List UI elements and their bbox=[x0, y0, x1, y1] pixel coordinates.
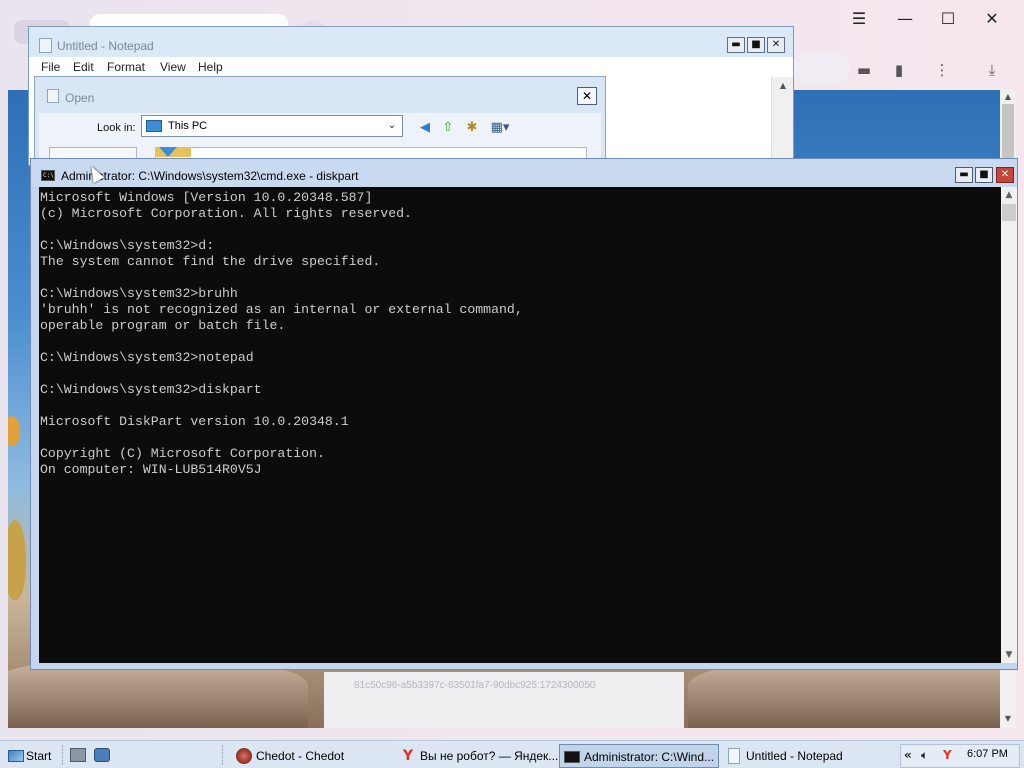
console-line: C:\Windows\system32>diskpart bbox=[40, 382, 262, 397]
bookmark-icon[interactable]: ▮ bbox=[887, 58, 911, 82]
open-dialog-title: Open bbox=[65, 91, 95, 105]
scroll-up-icon[interactable]: ▲ bbox=[1000, 90, 1016, 104]
task-label: Chedot - Chedot bbox=[256, 749, 345, 763]
cmd-minimize-button[interactable]: ▬ bbox=[955, 167, 973, 183]
console-line: 'bruhh' is not recognized as an internal… bbox=[40, 302, 523, 317]
task-label: Administrator: C:\Wind... bbox=[584, 750, 715, 764]
back-icon[interactable]: ◀ bbox=[416, 119, 434, 137]
yandex-icon: Y bbox=[402, 748, 414, 764]
console-line: C:\Windows\system32>notepad bbox=[40, 350, 254, 365]
task-chedot[interactable]: Chedot - Chedot bbox=[232, 744, 392, 768]
console-line: Copyright (C) Microsoft Corporation. bbox=[40, 446, 325, 461]
cmd-close-button[interactable]: ✕ bbox=[996, 167, 1014, 183]
browser-minimize-button[interactable]: — bbox=[892, 8, 918, 30]
look-in-label: Look in: bbox=[97, 122, 136, 134]
console-line: Microsoft DiskPart version 10.0.20348.1 bbox=[40, 414, 349, 429]
task-label: Вы не робот? — Яндек... bbox=[420, 749, 559, 763]
volume-icon[interactable]: 🔈︎ bbox=[921, 748, 928, 763]
cmd-title: Administrator: C:\Windows\system32\cmd.e… bbox=[61, 169, 359, 183]
notepad-maximize-button[interactable]: ■ bbox=[747, 37, 765, 53]
tray-chevron-icon[interactable]: « bbox=[904, 748, 912, 762]
show-desktop-icon[interactable] bbox=[70, 748, 86, 762]
task-cmd[interactable]: Administrator: C:\Wind... bbox=[559, 744, 719, 768]
cmd-titlebar[interactable]: C:\ Administrator: C:\Windows\system32\c… bbox=[31, 159, 1017, 187]
open-dialog-close-button[interactable]: ✕ bbox=[577, 87, 597, 105]
start-icon bbox=[8, 750, 24, 762]
page-hash-text: 81c50c96-a5b3397c-63501fa7-90dbc925:1724… bbox=[354, 680, 596, 691]
new-folder-icon[interactable]: ✱ bbox=[463, 119, 481, 137]
scroll-up-icon[interactable]: ▲ bbox=[1001, 187, 1017, 203]
taskbar-separator bbox=[62, 745, 64, 765]
cmd-maximize-button[interactable]: ■ bbox=[975, 167, 993, 183]
download-icon[interactable]: ⤓ bbox=[980, 58, 1004, 82]
taskbar-separator bbox=[222, 745, 224, 765]
console-output[interactable]: Microsoft Windows [Version 10.0.20348.58… bbox=[39, 187, 1001, 663]
start-button[interactable]: Start bbox=[6, 745, 52, 767]
console-line: On computer: WIN-LUB514R0V5J bbox=[40, 462, 262, 477]
balloon-image bbox=[8, 520, 26, 600]
menu-file[interactable]: File bbox=[41, 60, 60, 74]
scroll-down-icon[interactable]: ▼ bbox=[1001, 647, 1017, 663]
console-line: C:\Windows\system32>d: bbox=[40, 238, 215, 253]
console-line: C:\Windows\system32>bruhh bbox=[40, 286, 238, 301]
menu-view[interactable]: View bbox=[160, 60, 186, 74]
system-tray: « 🔈︎ Y 6:07 PM bbox=[900, 744, 1020, 768]
task-notepad[interactable]: Untitled - Notepad bbox=[722, 744, 892, 768]
notepad-titlebar[interactable]: Untitled - Notepad ▬ ■ ✕ bbox=[29, 27, 793, 57]
view-menu-icon[interactable]: ▦▾ bbox=[487, 119, 513, 137]
task-label: Untitled - Notepad bbox=[746, 749, 843, 763]
task-yandex[interactable]: Y Вы не робот? — Яндек... bbox=[396, 744, 559, 768]
start-label: Start bbox=[26, 749, 52, 763]
chedot-icon bbox=[236, 748, 252, 764]
browser-maximize-button[interactable]: ☐ bbox=[935, 8, 961, 30]
scroll-down-icon[interactable]: ▼ bbox=[1000, 712, 1016, 726]
notepad-close-button[interactable]: ✕ bbox=[767, 37, 785, 53]
notepad-icon bbox=[39, 38, 52, 53]
console-line: (c) Microsoft Corporation. All rights re… bbox=[40, 206, 412, 221]
notepad-scrollbar[interactable]: ▲ bbox=[771, 77, 793, 165]
balloon-image bbox=[8, 416, 20, 446]
cmd-window: C:\ Administrator: C:\Windows\system32\c… bbox=[30, 158, 1018, 670]
menu-help[interactable]: Help bbox=[198, 60, 223, 74]
menu-edit[interactable]: Edit bbox=[73, 60, 94, 74]
this-pc-icon bbox=[146, 120, 162, 132]
browser-close-button[interactable]: ✕ bbox=[979, 8, 1005, 30]
cmd-icon: C:\ bbox=[41, 170, 55, 181]
console-line: Microsoft Windows [Version 10.0.20348.58… bbox=[40, 190, 373, 205]
look-in-value: This PC bbox=[168, 120, 208, 132]
address-bar[interactable] bbox=[790, 54, 850, 84]
clock[interactable]: 6:07 PM bbox=[967, 748, 1008, 760]
pc-icon bbox=[159, 147, 177, 157]
chevron-down-icon[interactable]: ⌄ bbox=[384, 117, 400, 135]
up-folder-icon[interactable]: ⇧ bbox=[439, 119, 457, 137]
open-dialog-icon bbox=[47, 89, 59, 103]
comment-icon[interactable]: ▬ bbox=[852, 58, 876, 82]
scroll-thumb[interactable] bbox=[1002, 204, 1016, 221]
notepad-minimize-button[interactable]: ▬ bbox=[727, 37, 745, 53]
cmd-scrollbar[interactable]: ▲ ▼ bbox=[1001, 187, 1017, 663]
look-in-dropdown[interactable]: This PC ⌄ bbox=[141, 115, 403, 137]
cmd-icon bbox=[564, 751, 580, 763]
console-line: operable program or batch file. bbox=[40, 318, 286, 333]
notepad-title: Untitled - Notepad bbox=[57, 39, 154, 53]
browser-menu-icon[interactable]: ☰ bbox=[846, 8, 872, 30]
notepad-icon bbox=[728, 748, 740, 764]
explorer-icon[interactable] bbox=[94, 748, 110, 762]
notepad-menubar: File Edit Format View Help bbox=[29, 57, 793, 77]
scroll-up-icon[interactable]: ▲ bbox=[775, 79, 791, 93]
more-menu-icon[interactable]: ⋮ bbox=[930, 58, 954, 82]
taskbar: Start Chedot - Chedot Y Вы не робот? — Я… bbox=[0, 740, 1024, 768]
yandex-tray-icon[interactable]: Y bbox=[943, 748, 952, 762]
open-dialog: Open ✕ Look in: This PC ⌄ ◀ ⇧ ✱ ▦▾ bbox=[34, 76, 606, 167]
menu-format[interactable]: Format bbox=[107, 60, 145, 74]
console-line: The system cannot find the drive specifi… bbox=[40, 254, 381, 269]
